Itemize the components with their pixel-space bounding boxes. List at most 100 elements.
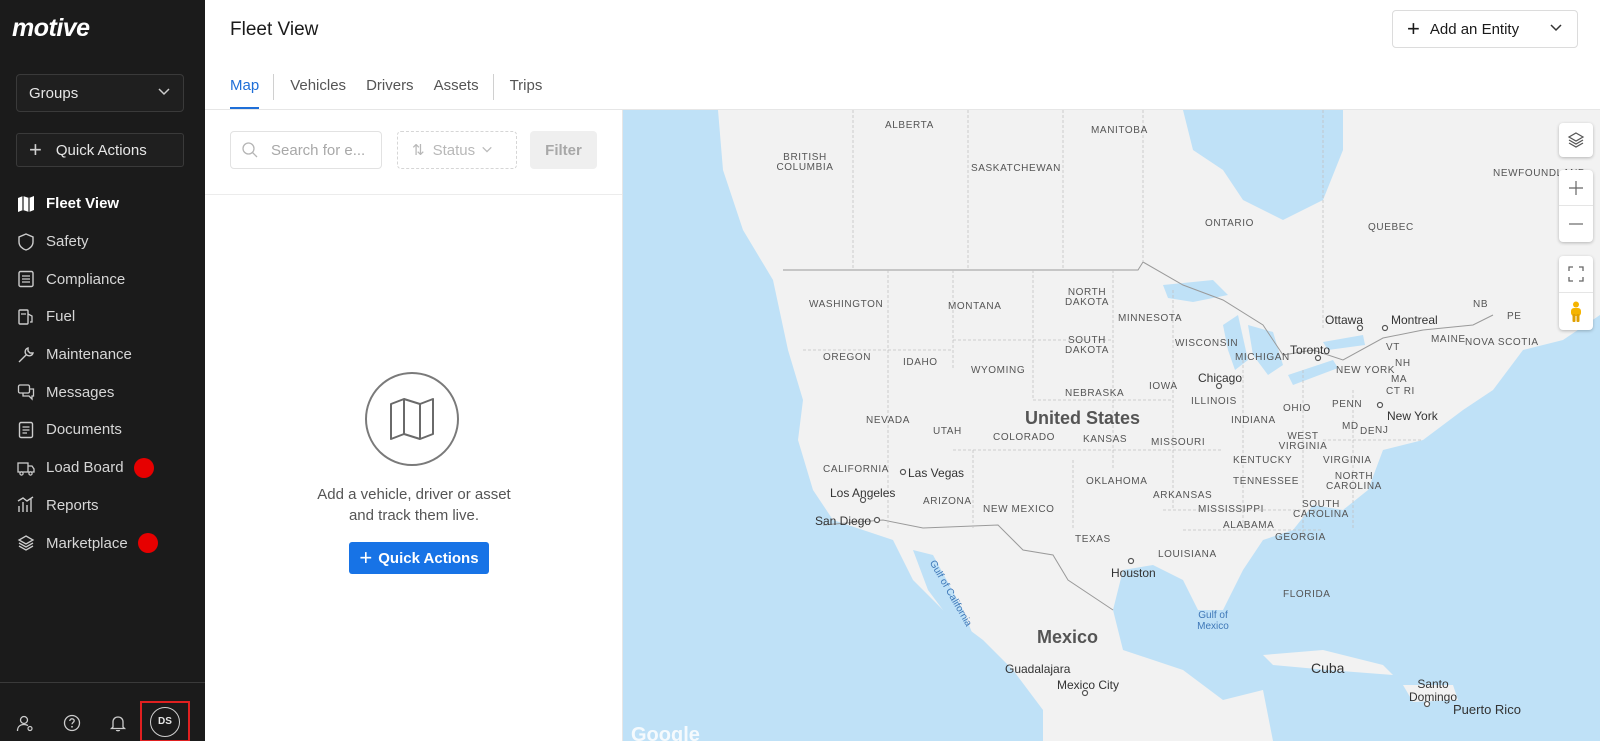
map-region-label: GEORGIA bbox=[1275, 532, 1326, 543]
map-region-label: MONTANA bbox=[948, 301, 1002, 312]
notification-badge bbox=[137, 533, 158, 554]
map-region-label: MINNESOTA bbox=[1118, 313, 1183, 324]
user-settings-icon[interactable] bbox=[15, 713, 35, 733]
wrench-icon bbox=[17, 346, 35, 364]
sidebar: motive Groups + Quick Actions Fleet View bbox=[0, 0, 205, 741]
truck-icon bbox=[17, 459, 35, 477]
google-attribution: Google bbox=[631, 724, 700, 741]
tab-vehicles[interactable]: Vehicles bbox=[290, 70, 346, 110]
list-icon bbox=[17, 270, 35, 288]
sidebar-item-reports[interactable]: Reports bbox=[0, 487, 205, 525]
sidebar-item-label: Reports bbox=[46, 496, 99, 514]
map-region-label: COLORADO bbox=[993, 432, 1056, 443]
zoom-in-button[interactable] bbox=[1559, 170, 1593, 206]
add-entity-button[interactable]: + Add an Entity bbox=[1392, 10, 1578, 48]
plus-icon: + bbox=[1407, 16, 1420, 41]
quick-actions-label: Quick Actions bbox=[378, 549, 479, 567]
sidebar-item-compliance[interactable]: Compliance bbox=[0, 260, 205, 298]
chevron-down-icon bbox=[1549, 20, 1563, 38]
minus-icon bbox=[1569, 223, 1583, 225]
map-city-label: Las Vegas bbox=[908, 466, 965, 480]
zoom-out-button[interactable] bbox=[1559, 206, 1593, 242]
main-content: Fleet View + Add an Entity Map Vehicles … bbox=[205, 0, 1600, 741]
layers-icon bbox=[1567, 132, 1585, 148]
map-city-label: Ottawa bbox=[1325, 313, 1364, 327]
map-region-label: MISSOURI bbox=[1151, 437, 1206, 448]
tab-divider bbox=[273, 74, 275, 100]
avatar[interactable]: DS bbox=[150, 706, 180, 737]
avatar-highlight[interactable]: DS bbox=[140, 701, 190, 741]
tab-drivers[interactable]: Drivers bbox=[366, 70, 414, 110]
map-region-label: OHIO bbox=[1283, 403, 1311, 414]
sidebar-item-label: Load Board bbox=[46, 459, 124, 477]
sidebar-item-label: Maintenance bbox=[46, 346, 132, 364]
map-region-label: MICHIGAN bbox=[1235, 352, 1290, 363]
map-region-label: LOUISIANA bbox=[1158, 549, 1217, 560]
map-icon bbox=[17, 195, 35, 213]
tab-bar: Map Vehicles Drivers Assets Trips bbox=[230, 70, 542, 110]
plus-icon bbox=[1569, 180, 1583, 195]
street-view-button[interactable] bbox=[1559, 293, 1593, 330]
search-icon bbox=[242, 142, 258, 158]
page-title: Fleet View bbox=[230, 19, 319, 40]
filter-button[interactable]: Filter bbox=[530, 131, 597, 169]
map-city-label: Cuba bbox=[1311, 660, 1345, 676]
sidebar-item-fuel[interactable]: Fuel bbox=[0, 298, 205, 336]
sidebar-item-fleet-view[interactable]: Fleet View bbox=[0, 185, 205, 223]
sidebar-item-load-board[interactable]: Load Board bbox=[0, 449, 205, 487]
status-sort-dropdown[interactable]: ⇅ Status bbox=[397, 131, 517, 169]
map-region-label: DE bbox=[1360, 426, 1376, 437]
fuel-icon bbox=[17, 308, 35, 326]
sidebar-item-documents[interactable]: Documents bbox=[0, 411, 205, 449]
search-input[interactable]: Search for e... bbox=[230, 131, 382, 169]
sidebar-item-messages[interactable]: Messages bbox=[0, 373, 205, 411]
empty-state-message: Add a vehicle, driver or asset and track… bbox=[205, 484, 623, 526]
map-region-label: UTAH bbox=[933, 426, 962, 437]
search-placeholder: Search for e... bbox=[271, 141, 366, 159]
chevron-down-icon bbox=[481, 142, 493, 159]
tab-trips[interactable]: Trips bbox=[510, 70, 543, 110]
sidebar-quick-actions-button[interactable]: + Quick Actions bbox=[16, 133, 184, 167]
tab-map[interactable]: Map bbox=[230, 70, 260, 110]
groups-dropdown[interactable]: Groups bbox=[16, 74, 184, 112]
map-city-label: Los Angeles bbox=[830, 486, 896, 500]
shield-icon bbox=[17, 232, 35, 251]
tab-divider bbox=[492, 74, 494, 100]
map-region-label: PENN bbox=[1332, 399, 1363, 410]
sidebar-item-maintenance[interactable]: Maintenance bbox=[0, 336, 205, 374]
sidebar-item-label: Fuel bbox=[46, 308, 76, 326]
plus-icon: + bbox=[29, 137, 42, 162]
map-region-label: WISCONSIN bbox=[1175, 338, 1239, 349]
sidebar-item-safety[interactable]: Safety bbox=[0, 223, 205, 261]
map-region-label: IOWA bbox=[1149, 381, 1178, 392]
map-region-label: CALIFORNIA bbox=[823, 464, 890, 475]
sidebar-nav: Fleet View Safety Compliance Fuel Mainte… bbox=[0, 185, 205, 562]
map-region-label: NORTH CAROLINA bbox=[1326, 471, 1382, 492]
help-icon[interactable] bbox=[62, 713, 82, 733]
map-region-label: MD bbox=[1342, 421, 1359, 432]
map-region-label: ARIZONA bbox=[923, 496, 972, 507]
map-region-label: CT RI bbox=[1386, 386, 1415, 397]
fullscreen-button[interactable] bbox=[1559, 256, 1593, 293]
map-city-label: Guadalajara bbox=[1005, 662, 1071, 676]
tab-assets[interactable]: Assets bbox=[434, 70, 479, 110]
map-city-label: Chicago bbox=[1198, 371, 1243, 385]
map-region-label: VIRGINIA bbox=[1323, 455, 1372, 466]
bell-icon[interactable] bbox=[108, 713, 128, 733]
quick-actions-button[interactable]: + Quick Actions bbox=[349, 542, 489, 574]
map-region-label: NEW YORK bbox=[1336, 365, 1396, 376]
map-city-label: Montreal bbox=[1391, 313, 1438, 327]
chat-icon bbox=[17, 383, 35, 401]
fleet-map[interactable]: ALBERTA MANITOBA BRITISH COLUMBIA SASKAT… bbox=[623, 110, 1600, 741]
sidebar-item-label: Compliance bbox=[46, 270, 126, 288]
map-layers-button[interactable] bbox=[1559, 123, 1593, 157]
sidebar-item-marketplace[interactable]: Marketplace bbox=[0, 524, 205, 562]
map-region-label: SOUTH DAKOTA bbox=[1065, 335, 1109, 356]
map-region-label: MISSISSIPPI bbox=[1198, 504, 1265, 515]
add-entity-label: Add an Entity bbox=[1429, 20, 1520, 38]
map-city-label: Houston bbox=[1111, 566, 1156, 580]
entity-list-panel: Search for e... ⇅ Status Filter Add a ve… bbox=[205, 110, 623, 741]
map-country-label: Mexico bbox=[1037, 627, 1099, 647]
motive-logo[interactable]: motive bbox=[12, 14, 90, 43]
map-region-label: ONTARIO bbox=[1205, 218, 1255, 229]
